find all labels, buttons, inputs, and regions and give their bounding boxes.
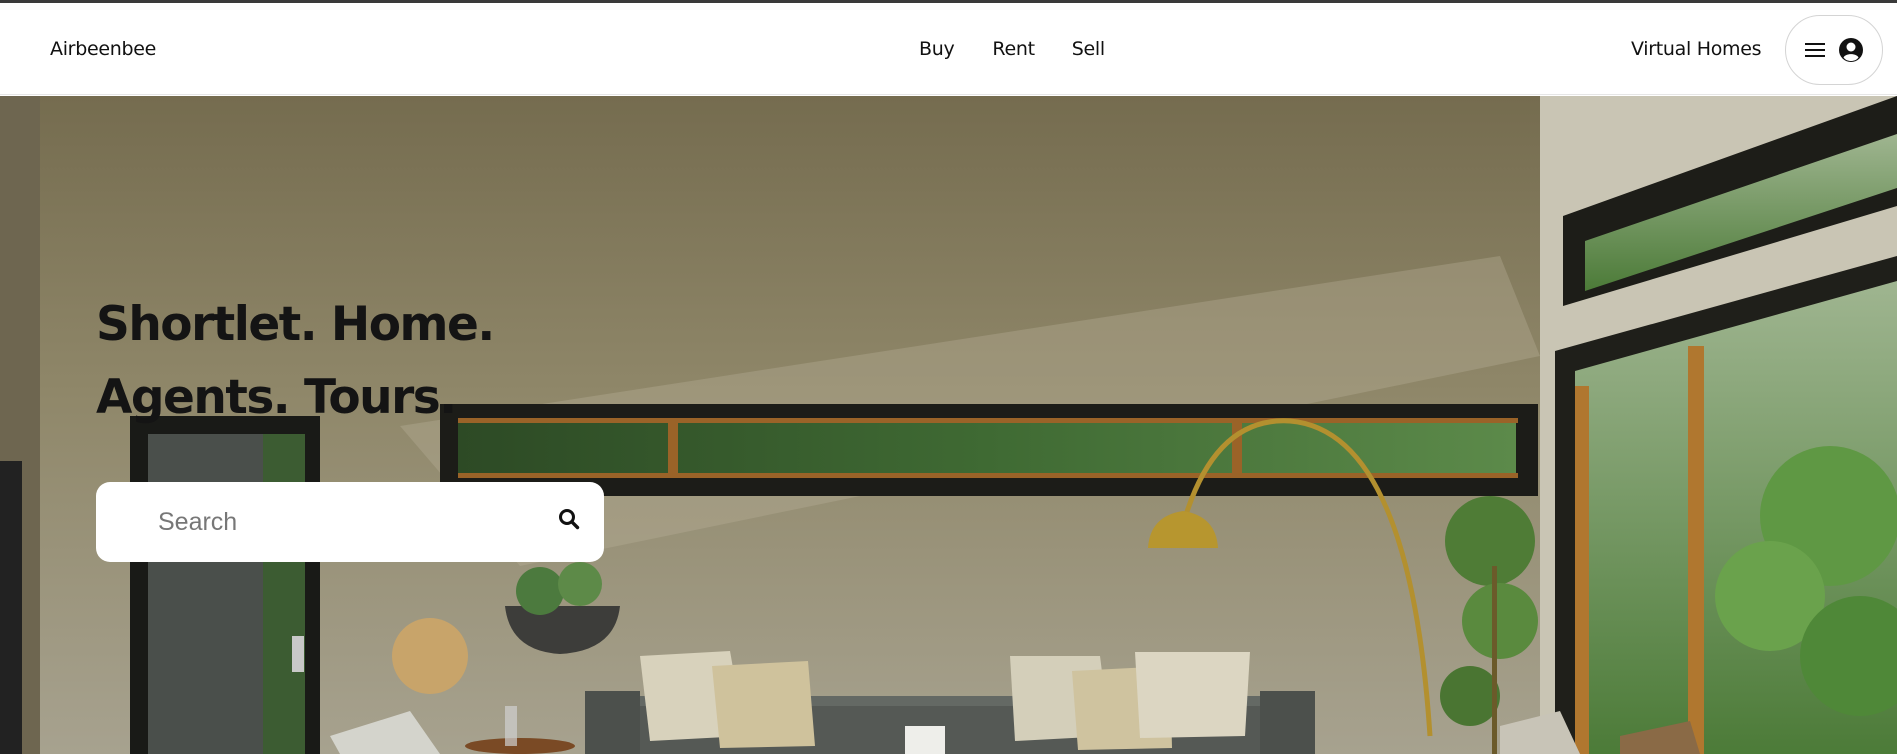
hamburger-icon (1804, 41, 1826, 59)
nav-link-rent[interactable]: Rent (992, 38, 1035, 60)
search-box (96, 482, 604, 562)
nav-link-sell[interactable]: Sell (1072, 38, 1105, 60)
virtual-homes-link[interactable]: Virtual Homes (1631, 38, 1762, 60)
navbar: Airbeenbee Buy Rent Sell Virtual Homes (0, 3, 1897, 95)
hero-headline-line1: Shortlet. Home. (96, 297, 495, 352)
living-room-photo (0, 96, 1897, 754)
nav-link-buy[interactable]: Buy (919, 38, 955, 60)
search-button[interactable] (554, 506, 584, 536)
user-circle-icon (1838, 37, 1864, 63)
main-nav: Buy Rent Sell (919, 38, 1105, 60)
search-icon (558, 508, 580, 534)
search-input[interactable] (158, 504, 518, 540)
hero-section: Shortlet. Home. Agents. Tours. (0, 96, 1897, 754)
brand-logo[interactable]: Airbeenbee (50, 38, 156, 60)
user-menu-button[interactable] (1785, 15, 1883, 85)
hero-headline-line2: Agents. Tours. (96, 370, 457, 425)
